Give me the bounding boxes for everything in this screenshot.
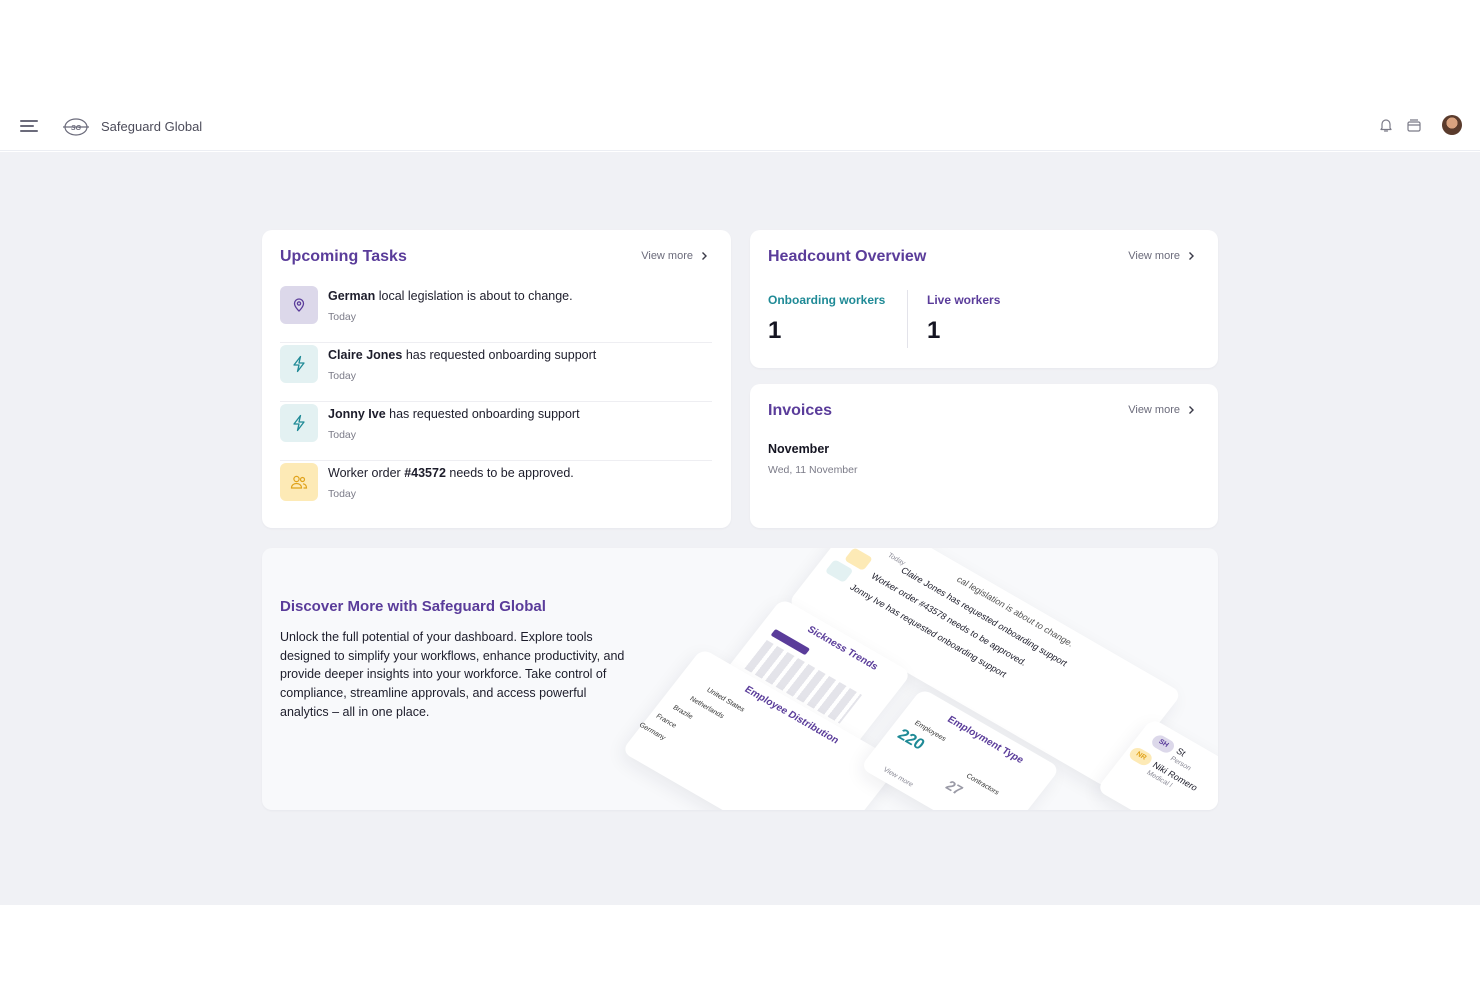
live-workers-stat[interactable]: Live workers 1 (927, 293, 1000, 345)
discover-title: Discover More with Safeguard Global (280, 598, 546, 615)
lightning-icon (280, 345, 318, 383)
invoices-view-more-link[interactable]: View more (1128, 404, 1196, 416)
page-bottom-margin (0, 905, 1480, 987)
task-date: Today (328, 488, 357, 500)
chevron-right-icon (702, 252, 707, 260)
invoice-month[interactable]: November (768, 442, 829, 456)
headcount-title: Headcount Overview (768, 248, 927, 265)
users-icon (280, 463, 318, 501)
task-text: Worker order #43572 needs to be approved… (328, 466, 574, 480)
task-item[interactable]: Jonny Ive has requested onboarding suppo… (280, 402, 712, 461)
task-text: German local legislation is about to cha… (328, 289, 573, 303)
illus-task-line: Worker order #43578 needs to be approved… (869, 571, 1029, 668)
user-avatar[interactable] (1442, 115, 1462, 135)
task-date: Today (328, 370, 357, 382)
task-date: Today (328, 311, 357, 323)
safeguard-logo[interactable]: SG (62, 115, 90, 139)
upcoming-tasks-title: Upcoming Tasks (280, 248, 407, 265)
illus-country: Brazile (671, 704, 695, 721)
top-navigation-bar: SG Safeguard Global (0, 103, 1480, 151)
headcount-view-more-link[interactable]: View more (1128, 250, 1196, 262)
bell-icon[interactable] (1378, 117, 1394, 133)
onboarding-workers-label: Onboarding workers (768, 293, 886, 307)
dashboard-preview-illustration: cal legislation is about to change. Toda… (572, 548, 1218, 810)
onboarding-workers-stat[interactable]: Onboarding workers 1 (768, 293, 885, 345)
illus-task-line: Claire Jones has requested onboarding su… (898, 565, 1070, 669)
illus-contractors-label: Contractors (964, 772, 1001, 797)
location-pin-icon (280, 286, 318, 324)
brand-name: Safeguard Global (101, 119, 203, 134)
top-icons (1378, 115, 1462, 135)
illus-view-more: View more (881, 766, 915, 789)
illus-contractors-value: 27 (942, 777, 967, 798)
illus-initials-badge: NR (1126, 745, 1155, 768)
tasks-view-more-link[interactable]: View more (641, 250, 709, 262)
invoices-title: Invoices (768, 402, 833, 419)
invoice-date: Wed, 11 November (768, 464, 858, 476)
stat-divider (907, 290, 908, 348)
headcount-overview-card: Headcount Overview View more Onboarding … (750, 230, 1218, 368)
view-more-label: View more (641, 250, 693, 262)
illus-person-name: St (1174, 745, 1188, 759)
task-text: Jonny Ive has requested onboarding suppo… (328, 407, 580, 421)
chevron-right-icon (1189, 406, 1194, 414)
chevron-right-icon (1189, 252, 1194, 260)
hamburger-menu-icon[interactable] (20, 120, 38, 134)
illus-country: Germany (637, 721, 667, 742)
task-item[interactable]: Worker order #43572 needs to be approved… (280, 461, 712, 520)
illus-country: France (654, 713, 678, 730)
onboarding-workers-value: 1 (768, 317, 782, 344)
task-item[interactable]: Claire Jones has requested onboarding su… (280, 343, 712, 402)
svg-text:SG: SG (71, 125, 82, 132)
upcoming-tasks-card: Upcoming Tasks View more German local le… (262, 230, 731, 528)
discover-banner: Discover More with Safeguard Global Unlo… (262, 548, 1218, 810)
invoices-card: Invoices View more November Wed, 11 Nove… (750, 384, 1218, 528)
task-date: Today (328, 429, 357, 441)
inbox-icon[interactable] (1406, 117, 1422, 133)
live-workers-label: Live workers (927, 293, 1001, 307)
dashboard-main: Upcoming Tasks View more German local le… (0, 152, 1480, 905)
illus-initials-badge: SH (1149, 732, 1177, 756)
task-item[interactable]: German local legislation is about to cha… (280, 284, 712, 343)
lightning-icon (280, 404, 318, 442)
task-text: Claire Jones has requested onboarding su… (328, 348, 597, 362)
illus-today: Today (886, 552, 907, 568)
view-more-label: View more (1128, 404, 1180, 416)
view-more-label: View more (1128, 250, 1180, 262)
live-workers-value: 1 (927, 317, 941, 344)
